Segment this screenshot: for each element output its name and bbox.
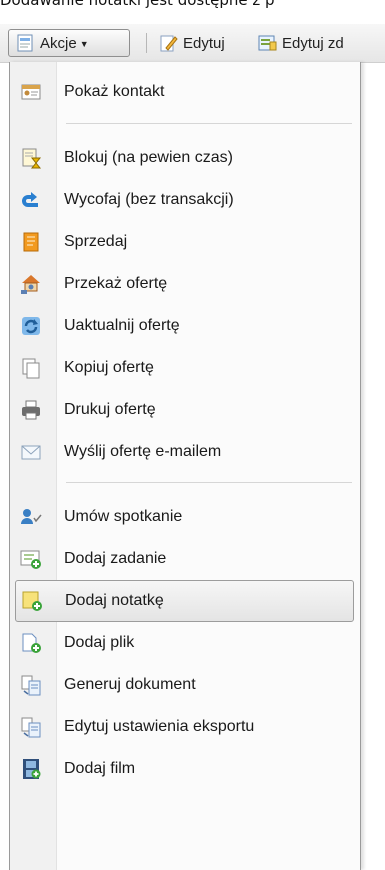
- pencil-doc-icon: [158, 33, 178, 53]
- menu-item-label: Wyślij ofertę e-mailem: [64, 443, 222, 460]
- film-icon: [20, 758, 42, 780]
- hourglass-doc-icon: [20, 147, 42, 169]
- add-note-icon: [21, 590, 43, 612]
- printer-icon: [20, 399, 42, 421]
- sell-doc-icon: [20, 231, 42, 253]
- menu-item-add-film[interactable]: Dodaj film: [15, 748, 354, 790]
- menu-item-export-settings[interactable]: Edytuj ustawienia eksportu: [15, 706, 354, 748]
- menu-item-withdraw[interactable]: Wycofaj (bez transakcji): [15, 179, 354, 221]
- menu-separator: [66, 482, 352, 483]
- edit-other-button[interactable]: Edytuj zd: [257, 29, 344, 57]
- menu-item-label: Dodaj plik: [64, 634, 135, 651]
- menu-item-label: Dodaj film: [64, 760, 136, 777]
- menu-item-label: Drukuj ofertę: [64, 401, 156, 418]
- copy-icon: [20, 357, 42, 379]
- edit-list-icon: [257, 33, 277, 53]
- menu-item-print-offer[interactable]: Drukuj ofertę: [15, 389, 354, 431]
- menu-item-label: Sprzedaj: [64, 233, 128, 250]
- menu-item-update-offer[interactable]: Uaktualnij ofertę: [15, 305, 354, 347]
- menu-item-label: Dodaj notatkę: [65, 592, 164, 609]
- menu-item-label: Edytuj ustawienia eksportu: [64, 718, 255, 735]
- refresh-icon: [20, 315, 42, 337]
- background-sentence: Dodawanie notatki jest dostępne z p: [0, 0, 275, 9]
- handover-house-icon: [20, 273, 42, 295]
- menu-item-label: Pokaż kontakt: [64, 83, 165, 100]
- menu-item-label: Przekaż ofertę: [64, 275, 168, 292]
- toolbar: Akcje ▼ Edytuj Edytuj zd: [0, 24, 385, 63]
- menu-item-label: Kopiuj ofertę: [64, 359, 154, 376]
- menu-item-label: Umów spotkanie: [64, 508, 183, 525]
- generate-doc-icon: [20, 674, 42, 696]
- add-file-icon: [20, 632, 42, 654]
- edit-button[interactable]: Edytuj: [158, 29, 225, 57]
- menu-item-label: Dodaj zadanie: [64, 550, 167, 567]
- actions-menu: Pokaż kontakt Blokuj (na pewien czas) Wy…: [9, 62, 361, 870]
- menu-item-show-contact[interactable]: Pokaż kontakt: [15, 71, 354, 113]
- export-settings-icon: [20, 716, 42, 738]
- menu-item-add-task[interactable]: Dodaj zadanie: [15, 538, 354, 580]
- menu-item-sell[interactable]: Sprzedaj: [15, 221, 354, 263]
- form-icon: [15, 33, 35, 53]
- menu-item-schedule-meeting[interactable]: Umów spotkanie: [15, 496, 354, 538]
- edit-other-label: Edytuj zd: [282, 34, 344, 52]
- undo-arrow-icon: [20, 189, 42, 211]
- menu-item-copy-offer[interactable]: Kopiuj ofertę: [15, 347, 354, 389]
- actions-dropdown-button[interactable]: Akcje ▼: [8, 29, 130, 57]
- menu-item-add-note[interactable]: Dodaj notatkę: [15, 580, 354, 622]
- envelope-icon: [20, 441, 42, 463]
- edit-label: Edytuj: [183, 34, 225, 52]
- chevron-down-icon: ▼: [79, 39, 89, 49]
- menu-separator: [66, 123, 352, 124]
- meeting-icon: [20, 506, 42, 528]
- menu-item-label: Blokuj (na pewien czas): [64, 149, 233, 166]
- add-task-icon: [20, 548, 42, 570]
- menu-item-label: Uaktualnij ofertę: [64, 317, 180, 334]
- menu-item-add-file[interactable]: Dodaj plik: [15, 622, 354, 664]
- menu-item-label: Generuj dokument: [64, 676, 196, 693]
- contact-card-icon: [20, 81, 42, 103]
- menu-item-generate-document[interactable]: Generuj dokument: [15, 664, 354, 706]
- menu-item-label: Wycofaj (bez transakcji): [64, 191, 234, 208]
- toolbar-separator: [146, 33, 147, 53]
- actions-label: Akcje: [40, 34, 77, 52]
- menu-item-email-offer[interactable]: Wyślij ofertę e-mailem: [15, 431, 354, 473]
- menu-item-block[interactable]: Blokuj (na pewien czas): [15, 137, 354, 179]
- menu-item-transfer-offer[interactable]: Przekaż ofertę: [15, 263, 354, 305]
